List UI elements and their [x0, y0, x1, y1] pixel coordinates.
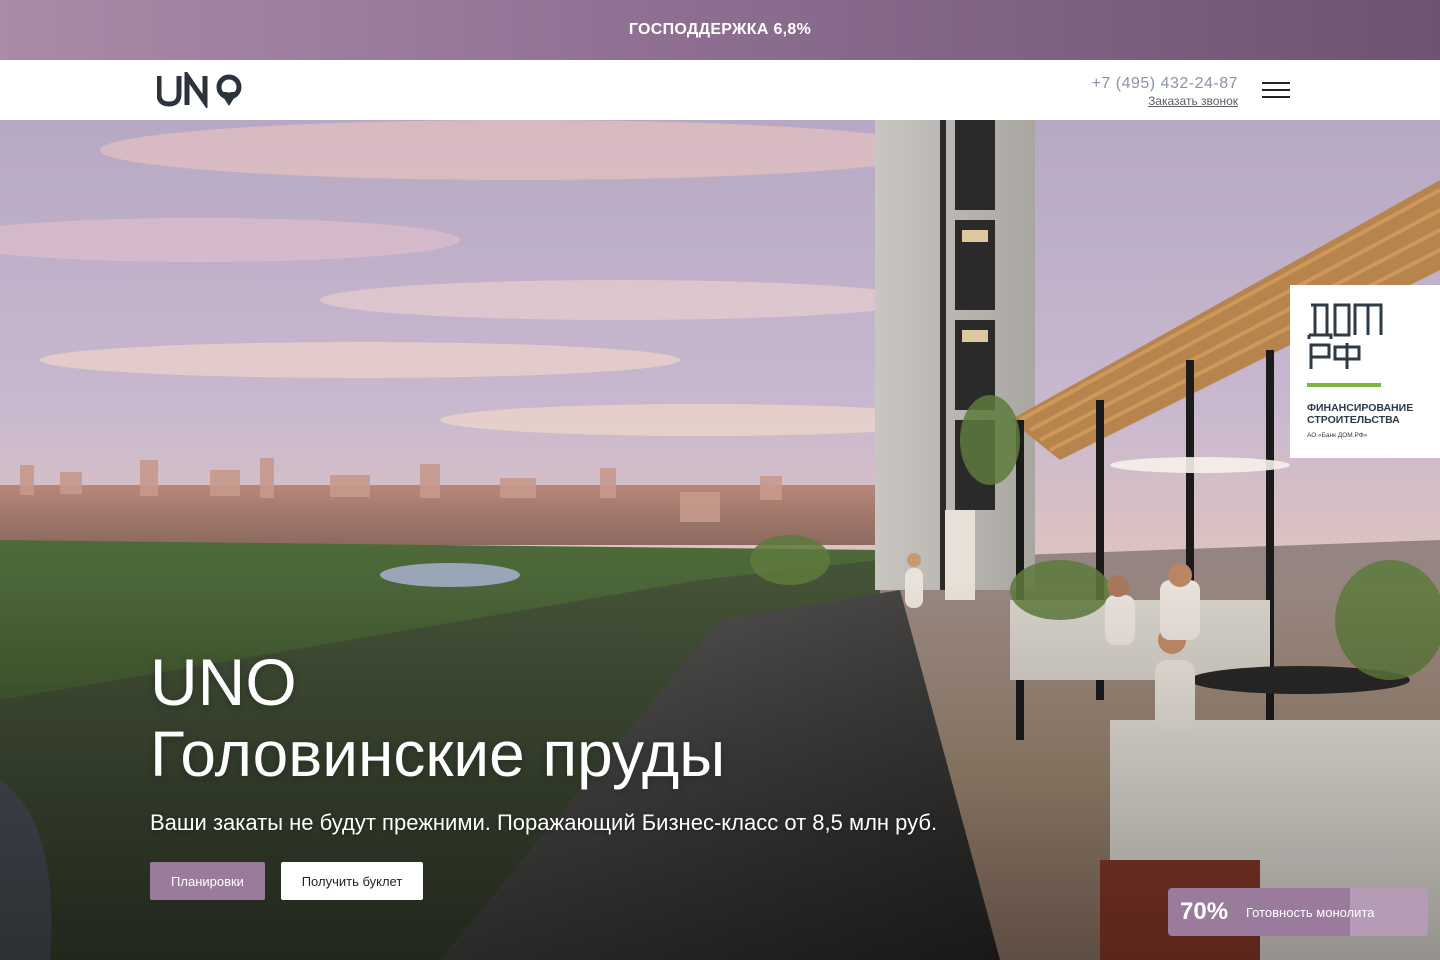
promo-text: ГОСПОДДЕРЖКА 6,8% — [628, 21, 812, 38]
logo[interactable] — [156, 72, 245, 108]
promo-banner[interactable]: ГОСПОДДЕРЖКА 6,8% — [0, 0, 1440, 60]
readiness-widget[interactable]: 70% Готовность монолита — [1168, 888, 1428, 936]
domrf-logo-icon — [1307, 303, 1383, 387]
callback-link[interactable]: Заказать звонок — [1092, 94, 1238, 108]
hero-subtitle: Ваши закаты не будут прежними. Поражающи… — [150, 810, 938, 835]
hero-section: UNO Головинские пруды Ваши закаты не буд… — [0, 120, 1440, 960]
hero-title-line2: Головинские пруды — [150, 718, 726, 790]
domrf-subtitle: АО «Банк ДОМ.РФ» — [1307, 432, 1368, 439]
hero-title-line1: UNO — [150, 645, 297, 719]
domrf-title: ФИНАНСИРОВАНИЕ СТРОИТЕЛЬСТВА — [1307, 402, 1414, 426]
plans-button[interactable]: Планировки — [150, 862, 265, 900]
menu-button[interactable] — [1262, 82, 1290, 99]
readiness-percent: 70% — [1180, 898, 1229, 925]
readiness-label: Готовность монолита — [1246, 904, 1375, 920]
site-header: +7 (495) 432-24-87 Заказать звонок — [0, 60, 1440, 120]
hero-title: UNO Головинские пруды — [150, 646, 725, 790]
phone-link[interactable]: +7 (495) 432-24-87 — [1092, 74, 1238, 94]
domrf-badge[interactable]: ФИНАНСИРОВАНИЕ СТРОИТЕЛЬСТВА АО «Банк ДО… — [1290, 285, 1440, 458]
contact-block: +7 (495) 432-24-87 Заказать звонок — [1092, 74, 1238, 108]
uno-logo-icon — [157, 72, 242, 108]
booklet-button[interactable]: Получить буклет — [281, 862, 423, 900]
